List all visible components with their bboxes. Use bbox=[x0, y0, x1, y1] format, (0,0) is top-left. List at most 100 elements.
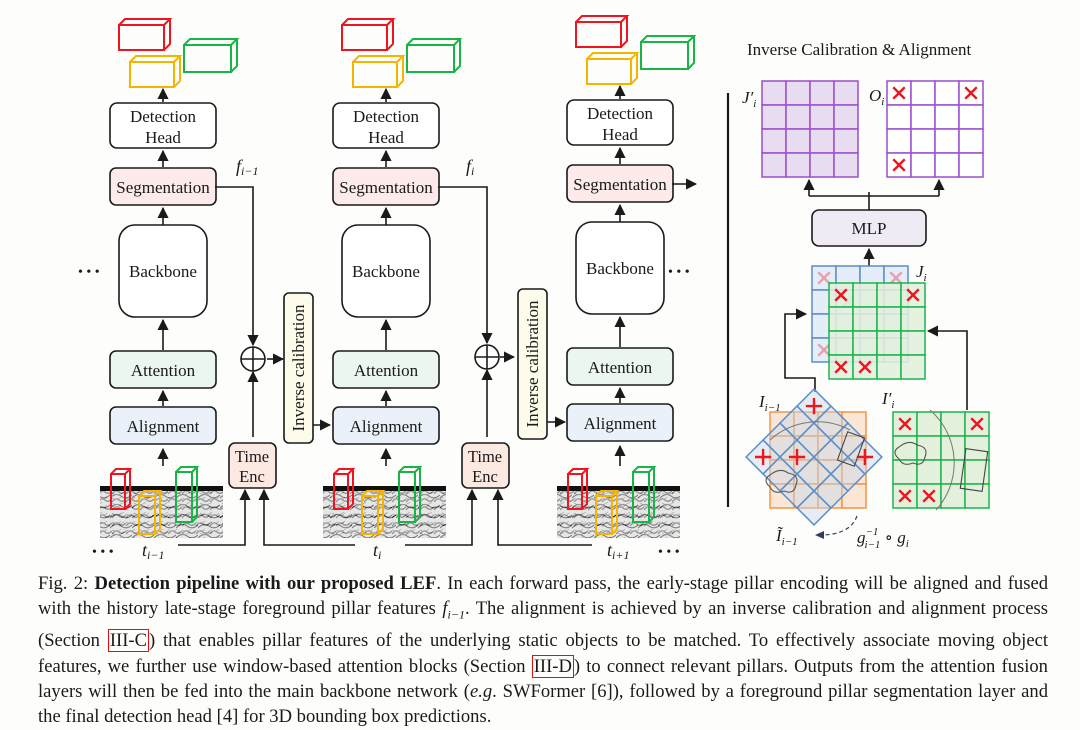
grid-cell bbox=[833, 152, 859, 178]
label-i-tilde: Ĩi−1 bbox=[775, 526, 798, 548]
feature-label-prev: fi−1 bbox=[236, 156, 258, 178]
grid-j-prime bbox=[761, 80, 859, 178]
grid-cell bbox=[958, 104, 984, 130]
grid-cell bbox=[785, 128, 811, 154]
inverse-calibration-inset: Inverse Calibration & Alignment J′i Oi M… bbox=[742, 40, 990, 551]
grid-cell bbox=[761, 152, 787, 178]
j-current-cells bbox=[828, 282, 926, 380]
grid-cell bbox=[934, 128, 960, 154]
grid-cell bbox=[833, 80, 859, 106]
green-3d-box bbox=[640, 35, 697, 70]
section-link-iii-d[interactable]: III-D bbox=[531, 654, 574, 678]
inverse-calibration-label: Inverse calibration bbox=[289, 304, 308, 431]
caption-feature-symbol: fi−1 bbox=[442, 598, 465, 623]
grid-cell bbox=[940, 411, 966, 437]
detection-head-label-line1: Detection bbox=[130, 107, 197, 126]
alignment-label: Alignment bbox=[127, 417, 200, 436]
detection-head-block: Detection Head bbox=[332, 102, 440, 149]
section-link-iii-c[interactable]: III-C bbox=[107, 629, 149, 653]
grid-cell bbox=[852, 330, 878, 356]
pipeline-diagram: Detection Head Segmentation Backbone Attenti… bbox=[78, 15, 990, 562]
grid-cell bbox=[809, 128, 835, 154]
inverse-calibration-label: Inverse calibration bbox=[523, 300, 542, 427]
inverse-calibration-block-1: Inverse calibration bbox=[283, 292, 314, 444]
grid-cell bbox=[833, 104, 859, 130]
time-label-next: ti+1 bbox=[607, 540, 629, 562]
label-j: Ji bbox=[916, 262, 927, 284]
grid-cell bbox=[852, 282, 878, 308]
grid-i-prime bbox=[892, 409, 990, 511]
label-o: Oi bbox=[869, 86, 884, 108]
i-prime-cells bbox=[892, 411, 990, 509]
detection-head-block: Detection Head bbox=[109, 102, 217, 149]
attention-block: Attention bbox=[109, 350, 217, 389]
attention-block: Attention bbox=[566, 347, 674, 386]
grid-cell bbox=[833, 128, 859, 154]
grid-cell bbox=[828, 330, 854, 356]
attention-label: Attention bbox=[588, 358, 653, 377]
grid-cell bbox=[761, 128, 787, 154]
grid-cell bbox=[809, 80, 835, 106]
alignment-block: Alignment bbox=[332, 406, 440, 445]
grid-cell bbox=[916, 411, 942, 437]
grid-cell bbox=[934, 152, 960, 178]
caption-fig-label: Fig. 2: bbox=[38, 573, 95, 594]
grid-cell bbox=[910, 104, 936, 130]
grid-cell bbox=[785, 80, 811, 106]
o-cells bbox=[886, 80, 984, 178]
detection-head-label-line2: Head bbox=[602, 125, 638, 144]
detection-head-label-line2: Head bbox=[145, 128, 181, 147]
fusion-sum-1 bbox=[240, 346, 266, 372]
grid-cell bbox=[910, 128, 936, 154]
inverse-calibration-block-2: Inverse calibration bbox=[517, 288, 548, 440]
grid-cell bbox=[934, 104, 960, 130]
grid-cell bbox=[886, 128, 912, 154]
j-prime-cells bbox=[761, 80, 859, 178]
detection-head-block: Detection Head bbox=[566, 99, 674, 146]
grid-cell bbox=[876, 354, 902, 380]
ellipsis-left-bottom: • • • bbox=[92, 545, 114, 560]
grid-cell bbox=[900, 354, 926, 380]
mlp-block: MLP bbox=[811, 209, 927, 247]
detection-output-boxes bbox=[575, 15, 697, 85]
grid-cell bbox=[958, 128, 984, 154]
yellow-3d-box bbox=[352, 55, 406, 88]
grid-cell bbox=[958, 152, 984, 178]
alignment-block: Alignment bbox=[109, 406, 217, 445]
label-transform: g−1 i−1 ∘ gi bbox=[857, 526, 909, 551]
mlp-label: MLP bbox=[852, 219, 887, 238]
stage-curr: Detection Head Segmentation Backbone Attenti… bbox=[323, 18, 463, 538]
red-3d-box bbox=[575, 15, 630, 48]
detection-output-boxes bbox=[118, 18, 240, 88]
segmentation-label: Segmentation bbox=[116, 178, 210, 197]
ellipsis-right-bottom: • • • bbox=[658, 545, 680, 560]
detection-output-boxes bbox=[341, 18, 463, 88]
backbone-label: Backbone bbox=[586, 259, 654, 278]
attention-block: Attention bbox=[332, 350, 440, 389]
lidar-scan-image bbox=[100, 466, 223, 538]
detection-head-label-line2: Head bbox=[368, 128, 404, 147]
grid-cell bbox=[964, 483, 990, 509]
grid-cell bbox=[852, 306, 878, 332]
caption-eg: e.g bbox=[469, 680, 493, 702]
time-enc-label-line2: Enc bbox=[472, 467, 498, 486]
lidar-scan-image bbox=[323, 466, 446, 538]
grid-cell bbox=[940, 483, 966, 509]
segmentation-block: Segmentation bbox=[109, 167, 217, 206]
grid-j bbox=[811, 265, 926, 380]
alignment-block: Alignment bbox=[566, 403, 674, 442]
alignment-label: Alignment bbox=[350, 417, 423, 436]
detection-head-label-line1: Detection bbox=[587, 104, 654, 123]
ellipsis-right-backbone: • • • bbox=[668, 265, 690, 280]
attention-label: Attention bbox=[131, 361, 196, 380]
grid-cell bbox=[761, 80, 787, 106]
grid-o bbox=[886, 80, 984, 178]
grid-cell bbox=[761, 104, 787, 130]
grid-cell bbox=[916, 435, 942, 461]
backbone-block: Backbone bbox=[341, 224, 431, 318]
segmentation-block: Segmentation bbox=[332, 167, 440, 206]
time-label-curr: ti bbox=[373, 540, 381, 562]
grid-cell bbox=[876, 282, 902, 308]
segmentation-label: Segmentation bbox=[339, 178, 433, 197]
grid-cell bbox=[964, 459, 990, 485]
